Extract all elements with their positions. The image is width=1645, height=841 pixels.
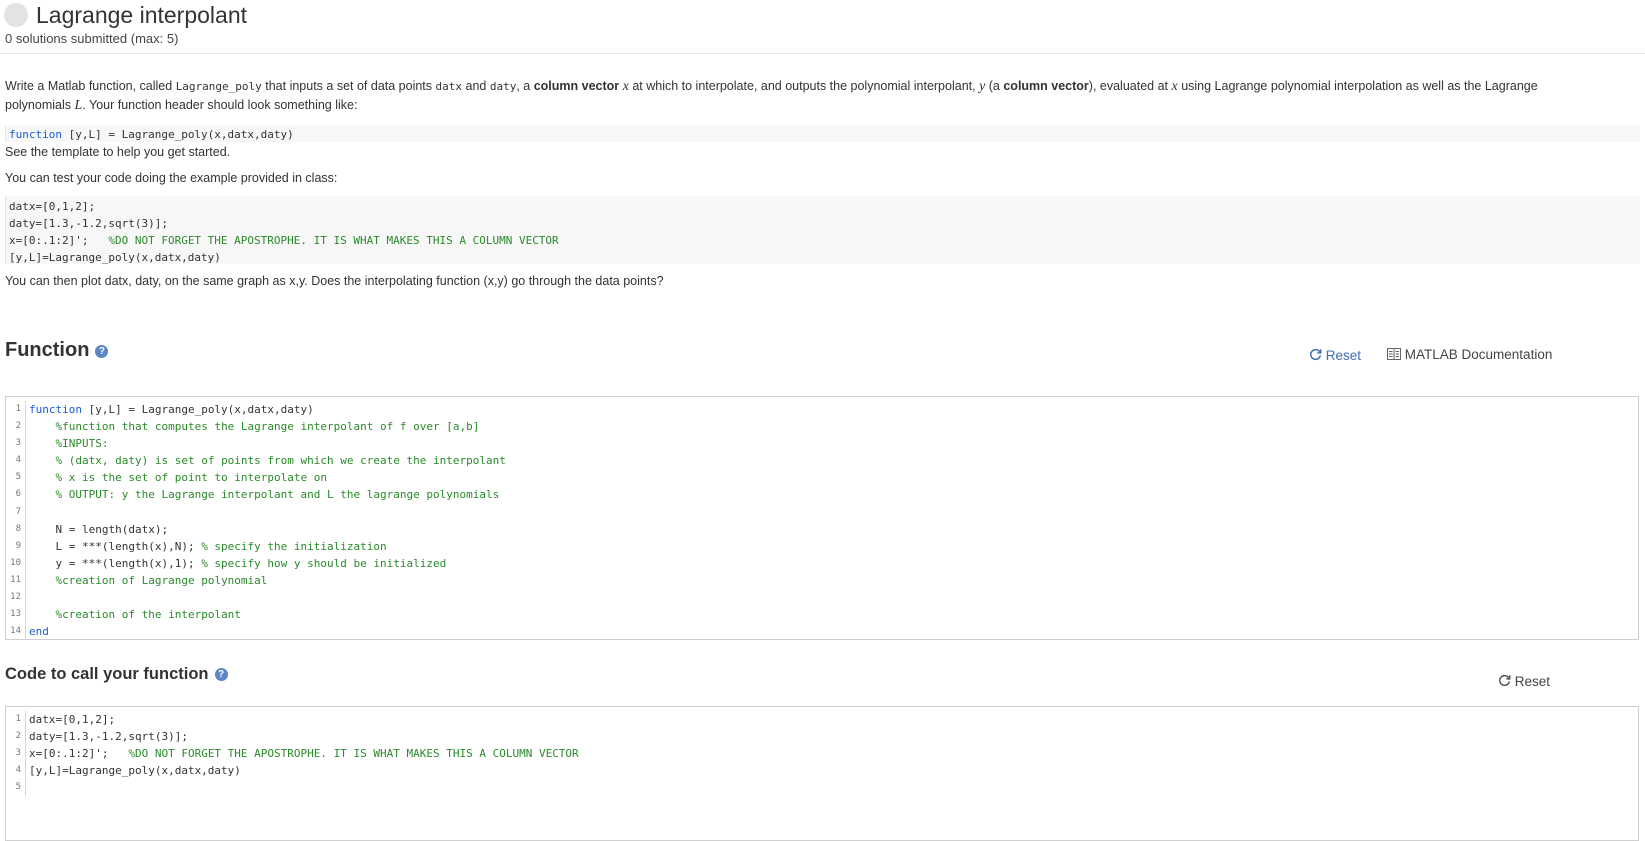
refresh-icon xyxy=(1499,674,1511,687)
function-code-editor[interactable]: 1 function [y,L] = Lagrange_poly(x,datx,d… xyxy=(5,396,1639,640)
example-code-block: datx=[0,1,2]; daty=[1.3,-1.2,sqrt(3)]; x… xyxy=(5,196,1640,264)
example-line: datx=[0,1,2]; xyxy=(9,200,96,213)
call-reset-button[interactable]: Reset xyxy=(1498,674,1550,689)
divider xyxy=(0,53,1645,54)
code-line: 6 % OUTPUT: y the Lagrange interpolant a… xyxy=(6,486,1638,504)
code-line: 12 xyxy=(6,589,1638,607)
help-icon[interactable]: ? xyxy=(214,668,228,681)
code-line: 7 xyxy=(6,503,1638,521)
code-line: 5 % x is the set of point to interpolate… xyxy=(6,469,1638,487)
test-note: You can test your code doing the example… xyxy=(5,171,338,185)
code-line: 1 function [y,L] = Lagrange_poly(x,datx,d… xyxy=(6,401,1638,419)
call-code-editor[interactable]: 1 datx=[0,1,2]; 2 daty=[1.3,-1.2,sqrt(3)];… xyxy=(5,706,1639,841)
submission-count: 0 solutions submitted (max: 5) xyxy=(5,31,179,46)
example-line: [y,L]=Lagrange_poly(x,datx,daty) xyxy=(9,251,221,264)
code-line: 13 %creation of the interpolant xyxy=(6,606,1638,624)
code-line: 4 [y,L]=Lagrange_poly(x,datx,daty) xyxy=(6,762,1638,780)
status-icon xyxy=(4,3,28,27)
help-icon[interactable]: ? xyxy=(95,345,109,358)
code-line: 10 y = ***(length(x),1); % specify how y… xyxy=(6,554,1638,572)
code-line: 4 % (datx, daty) is set of points from w… xyxy=(6,452,1638,470)
code-line: 11 %creation of Lagrange polynomial xyxy=(6,571,1638,590)
template-note: See the template to help you get started… xyxy=(5,145,231,159)
example-line: x=[0:.1:2]'; %DO NOT FORGET THE APOSTROP… xyxy=(9,234,559,247)
code-line: 2 daty=[1.3,-1.2,sqrt(3)]; xyxy=(6,728,1638,746)
function-reset-button[interactable]: Reset xyxy=(1309,348,1361,363)
code-line: 3 %INPUTS: xyxy=(6,435,1638,453)
code-line: 9 L = ***(length(x),N); % specify the in… xyxy=(6,537,1638,555)
code-line: 1 datx=[0,1,2]; xyxy=(6,711,1638,729)
plot-note: You can then plot datx, daty, on the sam… xyxy=(5,274,664,288)
example-line: daty=[1.3,-1.2,sqrt(3)]; xyxy=(9,217,168,230)
book-icon xyxy=(1387,348,1401,360)
function-section-title: Function? xyxy=(5,339,109,362)
code-line: 14 end xyxy=(6,623,1638,639)
matlab-documentation-link[interactable]: MATLAB Documentation xyxy=(1387,347,1552,362)
call-section-title: Code to call your function? xyxy=(5,665,228,684)
code-line: 8 N = length(datx); xyxy=(6,520,1638,538)
page-title: Lagrange interpolant xyxy=(36,2,247,28)
function-header-snippet: function [y,L] = Lagrange_poly(x,datx,da… xyxy=(5,125,1640,142)
code-line: 3 x=[0:.1:2]'; %DO NOT FORGET THE APOSTRO… xyxy=(6,745,1638,763)
code-line: 2 %function that computes the Lagrange i… xyxy=(6,418,1638,436)
refresh-icon xyxy=(1310,348,1322,361)
problem-description: Write a Matlab function, called Lagrange… xyxy=(5,79,1538,113)
code-line: 5 xyxy=(6,779,1638,797)
